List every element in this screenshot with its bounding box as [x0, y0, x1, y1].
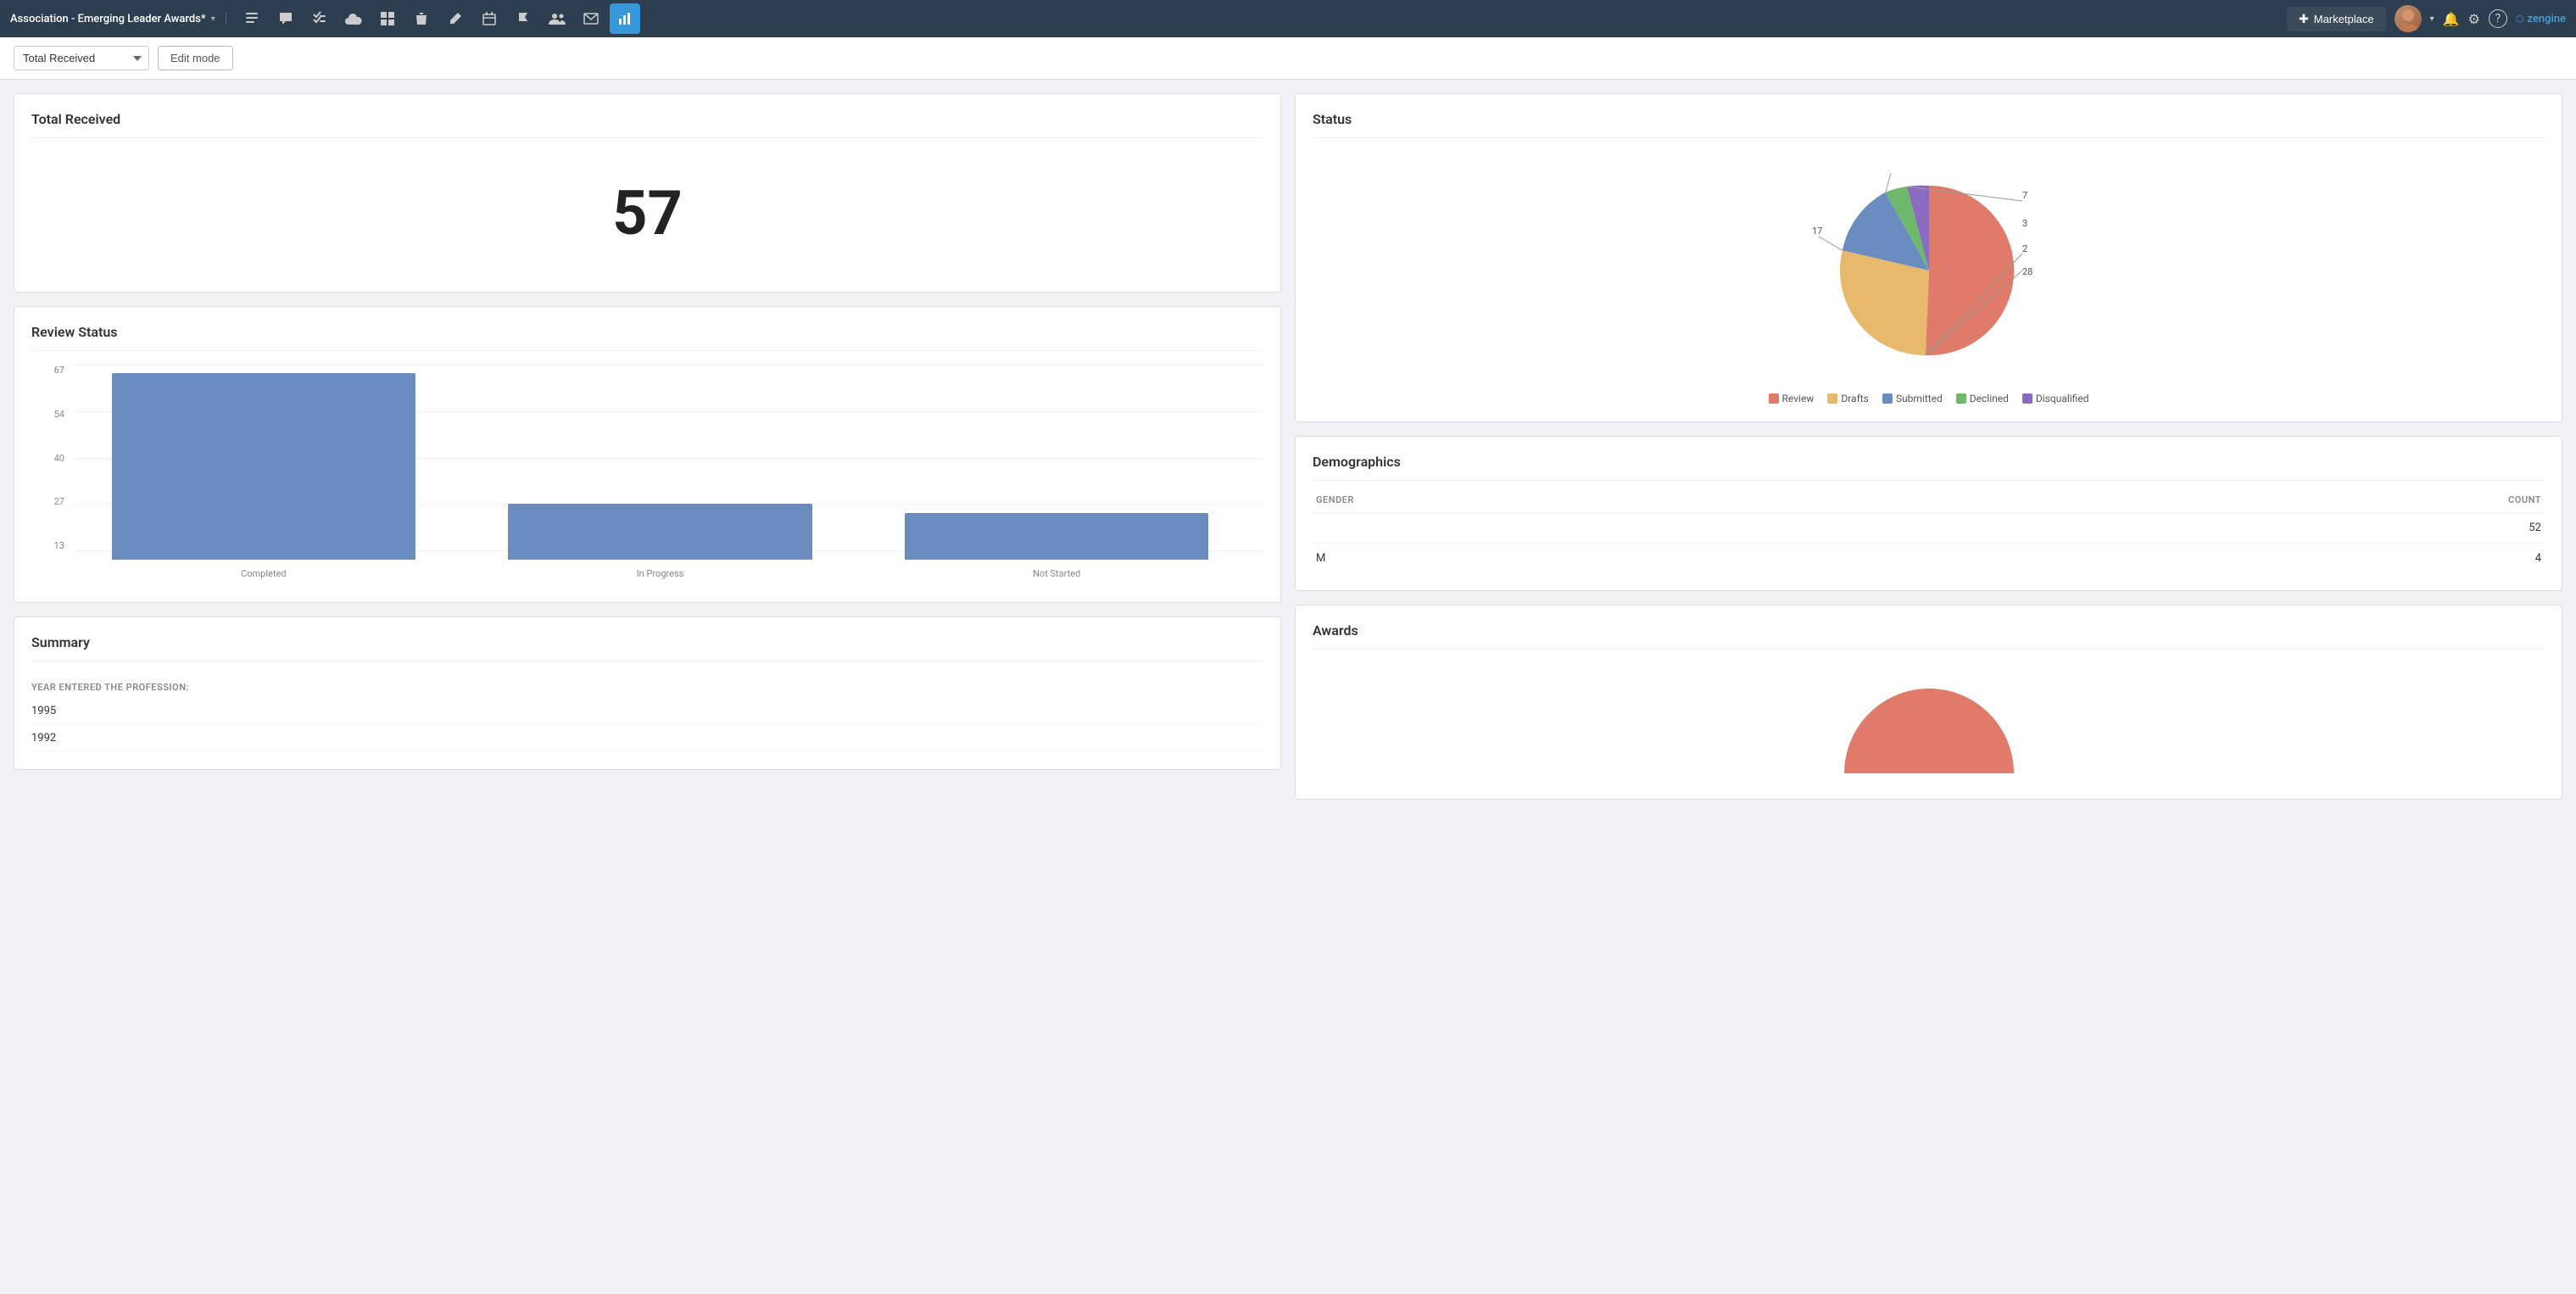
brand-chevron: ▾ — [211, 14, 215, 24]
edit-pencil-icon[interactable] — [440, 3, 471, 34]
top-navigation: Association - Emerging Leader Awards* ▾ … — [0, 0, 2576, 37]
tasks-icon[interactable] — [304, 3, 335, 34]
forms-icon[interactable] — [237, 3, 267, 34]
summary-value-2: 1992 — [31, 725, 1263, 752]
pie-legend: Review Drafts Submitted Declined — [1769, 393, 2089, 404]
count-52: 52 — [1965, 513, 2545, 544]
summary-title: Summary — [31, 634, 1263, 661]
demographics-table: GENDER COUNT 52 M 4 — [1313, 488, 2545, 573]
bar-in-progress — [471, 504, 850, 560]
comments-icon[interactable] — [270, 3, 301, 34]
review-status-card: Review Status 13 27 40 54 67 — [14, 306, 1281, 603]
pie-chart-svg: 17 7 3 2 28 — [1793, 152, 2065, 389]
summary-value-1: 1995 — [31, 698, 1263, 725]
right-column: Status — [1295, 93, 2562, 800]
total-received-card: Total Received 57 — [14, 93, 1281, 293]
pie-label-17: 17 — [1812, 226, 1822, 237]
pie-label-28b: 28 — [2022, 266, 2032, 277]
table-row: M 4 — [1313, 544, 2545, 574]
review-status-title: Review Status — [31, 324, 1263, 351]
flag-icon[interactable] — [508, 3, 538, 34]
legend-review: Review — [1769, 393, 1815, 404]
left-column: Total Received 57 Review Status 13 27 40… — [14, 93, 1281, 800]
table-row: 52 — [1313, 513, 2545, 544]
legend-disqualified: Disqualified — [2022, 393, 2089, 404]
awards-chart — [1313, 663, 2545, 782]
pie-segment-review — [1925, 186, 2013, 355]
main-content: Total Received 57 Review Status 13 27 40… — [0, 80, 2576, 813]
zengine-label: ⬡ zengine — [2516, 13, 2566, 25]
gender-empty — [1313, 513, 1965, 544]
legend-declined: Declined — [1956, 393, 2009, 404]
total-received-value: 57 — [31, 152, 1263, 275]
bar-chart: 13 27 40 54 67 — [31, 365, 1263, 585]
col-gender: GENDER — [1313, 488, 1965, 513]
edit-mode-button[interactable]: Edit mode — [158, 46, 233, 70]
grid-icon[interactable] — [372, 3, 403, 34]
awards-card: Awards — [1295, 605, 2562, 800]
bar-not-started — [867, 513, 1246, 560]
demographics-title: Demographics — [1313, 454, 2545, 481]
topnav-right: ✚ Marketplace ▾ 🔔 ⚙ ? ⬡ zengine — [2287, 5, 2566, 32]
mail-icon[interactable] — [576, 3, 606, 34]
bar-label-not-started: Not Started — [867, 568, 1246, 579]
pie-line-17 — [1819, 237, 1843, 250]
demographics-card: Demographics GENDER COUNT 52 M 4 — [1295, 436, 2562, 591]
status-title: Status — [1313, 111, 2545, 138]
chevron-down-icon: ▾ — [2430, 14, 2434, 24]
view-selector[interactable]: Total Received — [14, 46, 149, 70]
count-4: 4 — [1965, 544, 2545, 574]
legend-drafts: Drafts — [1827, 393, 1869, 404]
y-axis: 13 27 40 54 67 — [31, 365, 70, 551]
pie-chart-container: 17 7 3 2 28 Review — [1313, 152, 2545, 404]
chart-icon[interactable] — [610, 3, 640, 34]
marketplace-button[interactable]: ✚ Marketplace — [2287, 7, 2386, 31]
total-received-title: Total Received — [31, 111, 1263, 138]
col-count: COUNT — [1965, 488, 2545, 513]
bar-completed — [74, 373, 454, 560]
cloud-icon[interactable] — [338, 3, 369, 34]
gear-icon[interactable]: ⚙ — [2468, 11, 2480, 27]
pie-label-28: 2 — [2022, 243, 2027, 254]
summary-card: Summary YEAR ENTERED THE PROFESSION: 199… — [14, 616, 1281, 770]
toolbar: Total Received Edit mode — [0, 37, 2576, 80]
summary-field-label: YEAR ENTERED THE PROFESSION: — [31, 675, 1263, 698]
awards-title: Awards — [1313, 622, 2545, 650]
pie-label-3: 3 — [2022, 218, 2027, 229]
avatar[interactable] — [2395, 5, 2422, 32]
pie-line-7 — [1885, 173, 1890, 192]
help-icon[interactable]: ? — [2489, 9, 2507, 28]
trash-icon[interactable] — [406, 3, 437, 34]
marketplace-icon: ✚ — [2299, 12, 2309, 26]
bar-label-completed: Completed — [74, 568, 454, 579]
brand-label[interactable]: Association - Emerging Leader Awards* ▾ — [10, 13, 226, 25]
bell-icon[interactable]: 🔔 — [2443, 11, 2460, 27]
status-card: Status — [1295, 93, 2562, 422]
pie-label-7: 7 — [2022, 190, 2027, 201]
bar-label-in-progress: In Progress — [471, 568, 850, 579]
legend-submitted: Submitted — [1882, 393, 1943, 404]
awards-pie-svg — [1819, 663, 2039, 782]
people-icon[interactable] — [542, 3, 572, 34]
gender-m: M — [1313, 544, 1965, 574]
calendar-icon[interactable] — [474, 3, 505, 34]
